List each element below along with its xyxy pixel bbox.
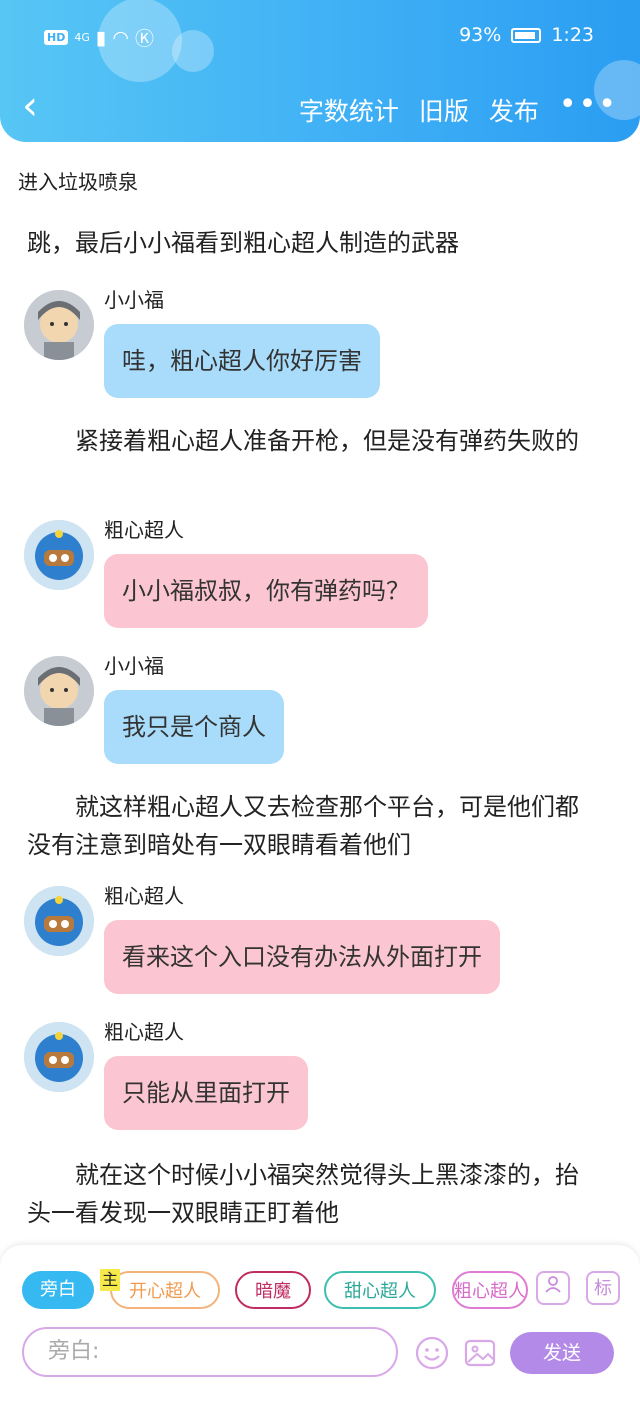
avatar-cuxin-chaoren (24, 886, 94, 956)
speaker-name: 小小福 (104, 288, 164, 312)
emoji-icon[interactable] (414, 1335, 450, 1371)
speaker-name: 粗心超人 (104, 884, 184, 908)
message-bubble[interactable]: 小小福叔叔，你有弹药吗？ (104, 554, 428, 628)
message-bubble[interactable]: 我只是个商人 (104, 690, 284, 764)
message-bubble[interactable]: 只能从里面打开 (104, 1056, 308, 1130)
tag-icon[interactable]: 标 (586, 1271, 620, 1305)
role-cuxin-chaoren[interactable]: 粗心超人 (452, 1271, 528, 1309)
hd-icon: HD (44, 30, 69, 45)
speaker-name: 粗心超人 (104, 518, 184, 542)
role-selector: 旁白 开心超人 主 暗魔 甜心超人 粗心超人 标 (22, 1269, 622, 1313)
message-bubble[interactable]: 哇，粗心超人你好厉害 (104, 324, 380, 398)
signal-icon: ▮ (95, 26, 107, 49)
battery-icon (511, 27, 542, 43)
nav-actions: 字数统计 旧版 发布 ••• (299, 90, 618, 128)
avatar-cuxin-chaoren (24, 1022, 94, 1092)
role-kaixin-chaoren[interactable]: 开心超人 (110, 1271, 220, 1309)
word-count-button[interactable]: 字数统计 (299, 92, 399, 128)
narration-text[interactable]: 紧接着粗心超人准备开枪，但是没有弹药失败的 (27, 422, 597, 460)
clock: 1:23 (551, 24, 594, 46)
message-bubble[interactable]: 看来这个入口没有办法从外面打开 (104, 920, 500, 994)
message-input[interactable]: 旁白: (22, 1327, 398, 1377)
narration-line: 就这样粗心超人又去检查那个平台，可是他们都没有注意到暗处有一双眼睛看着他们 (27, 793, 579, 859)
narration-text[interactable]: 跳，最后小小福看到粗心超人制造的武器 (27, 204, 597, 262)
speaker-name: 小小福 (104, 654, 164, 678)
back-button[interactable]: ‹ (22, 86, 52, 130)
composer-panel: 旁白 开心超人 主 暗魔 甜心超人 粗心超人 标 旁白: 发送 (0, 1245, 640, 1415)
avatar-xiaoxiaofu (24, 290, 94, 360)
narration-line: 紧接着粗心超人准备开枪，但是没有弹药失败的 (75, 427, 579, 455)
wifi-icon: ◠ (112, 26, 129, 49)
k-icon: Ⓚ (134, 28, 154, 50)
battery-percent: 93% (459, 24, 502, 46)
send-button[interactable]: 发送 (510, 1332, 614, 1374)
person-icon[interactable] (536, 1271, 570, 1305)
role-anmo[interactable]: 暗魔 (235, 1271, 311, 1309)
role-label: 粗心超人 (454, 1281, 526, 1302)
narration-line: 跳，最后小小福看到粗心超人制造的武器 (27, 229, 459, 257)
old-version-button[interactable]: 旧版 (419, 92, 469, 128)
chevron-left-icon: ‹ (22, 83, 38, 129)
main-role-badge: 主 (100, 1269, 120, 1291)
chapter-title: 进入垃圾喷泉 (18, 170, 138, 194)
narration-text[interactable]: 就这样粗心超人又去检查那个平台，可是他们都没有注意到暗处有一双眼睛看着他们 (27, 788, 597, 864)
speaker-name: 粗心超人 (104, 1020, 184, 1044)
avatar-cuxin-chaoren (24, 520, 94, 590)
role-tianxin-chaoren[interactable]: 甜心超人 (324, 1271, 436, 1309)
app-header: HD 4G ▮ ◠ Ⓚ 93% 1:23 ‹ 字数统计 旧版 发布 ••• (0, 0, 640, 142)
image-icon[interactable] (462, 1335, 498, 1371)
status-bar: HD 4G ▮ ◠ Ⓚ 93% 1:23 (0, 24, 640, 54)
network-type: 4G (74, 31, 90, 44)
avatar-xiaoxiaofu (24, 656, 94, 726)
narration-line: 就在这个时候小小福突然觉得头上黑漆漆的，抬头一看发现一双眼睛正盯着他 (27, 1161, 579, 1227)
publish-button[interactable]: 发布 (489, 92, 539, 128)
more-icon[interactable]: ••• (559, 90, 618, 120)
role-narrator[interactable]: 旁白 (22, 1271, 94, 1309)
narration-text[interactable]: 就在这个时候小小福突然觉得头上黑漆漆的，抬头一看发现一双眼睛正盯着他 (27, 1156, 597, 1232)
